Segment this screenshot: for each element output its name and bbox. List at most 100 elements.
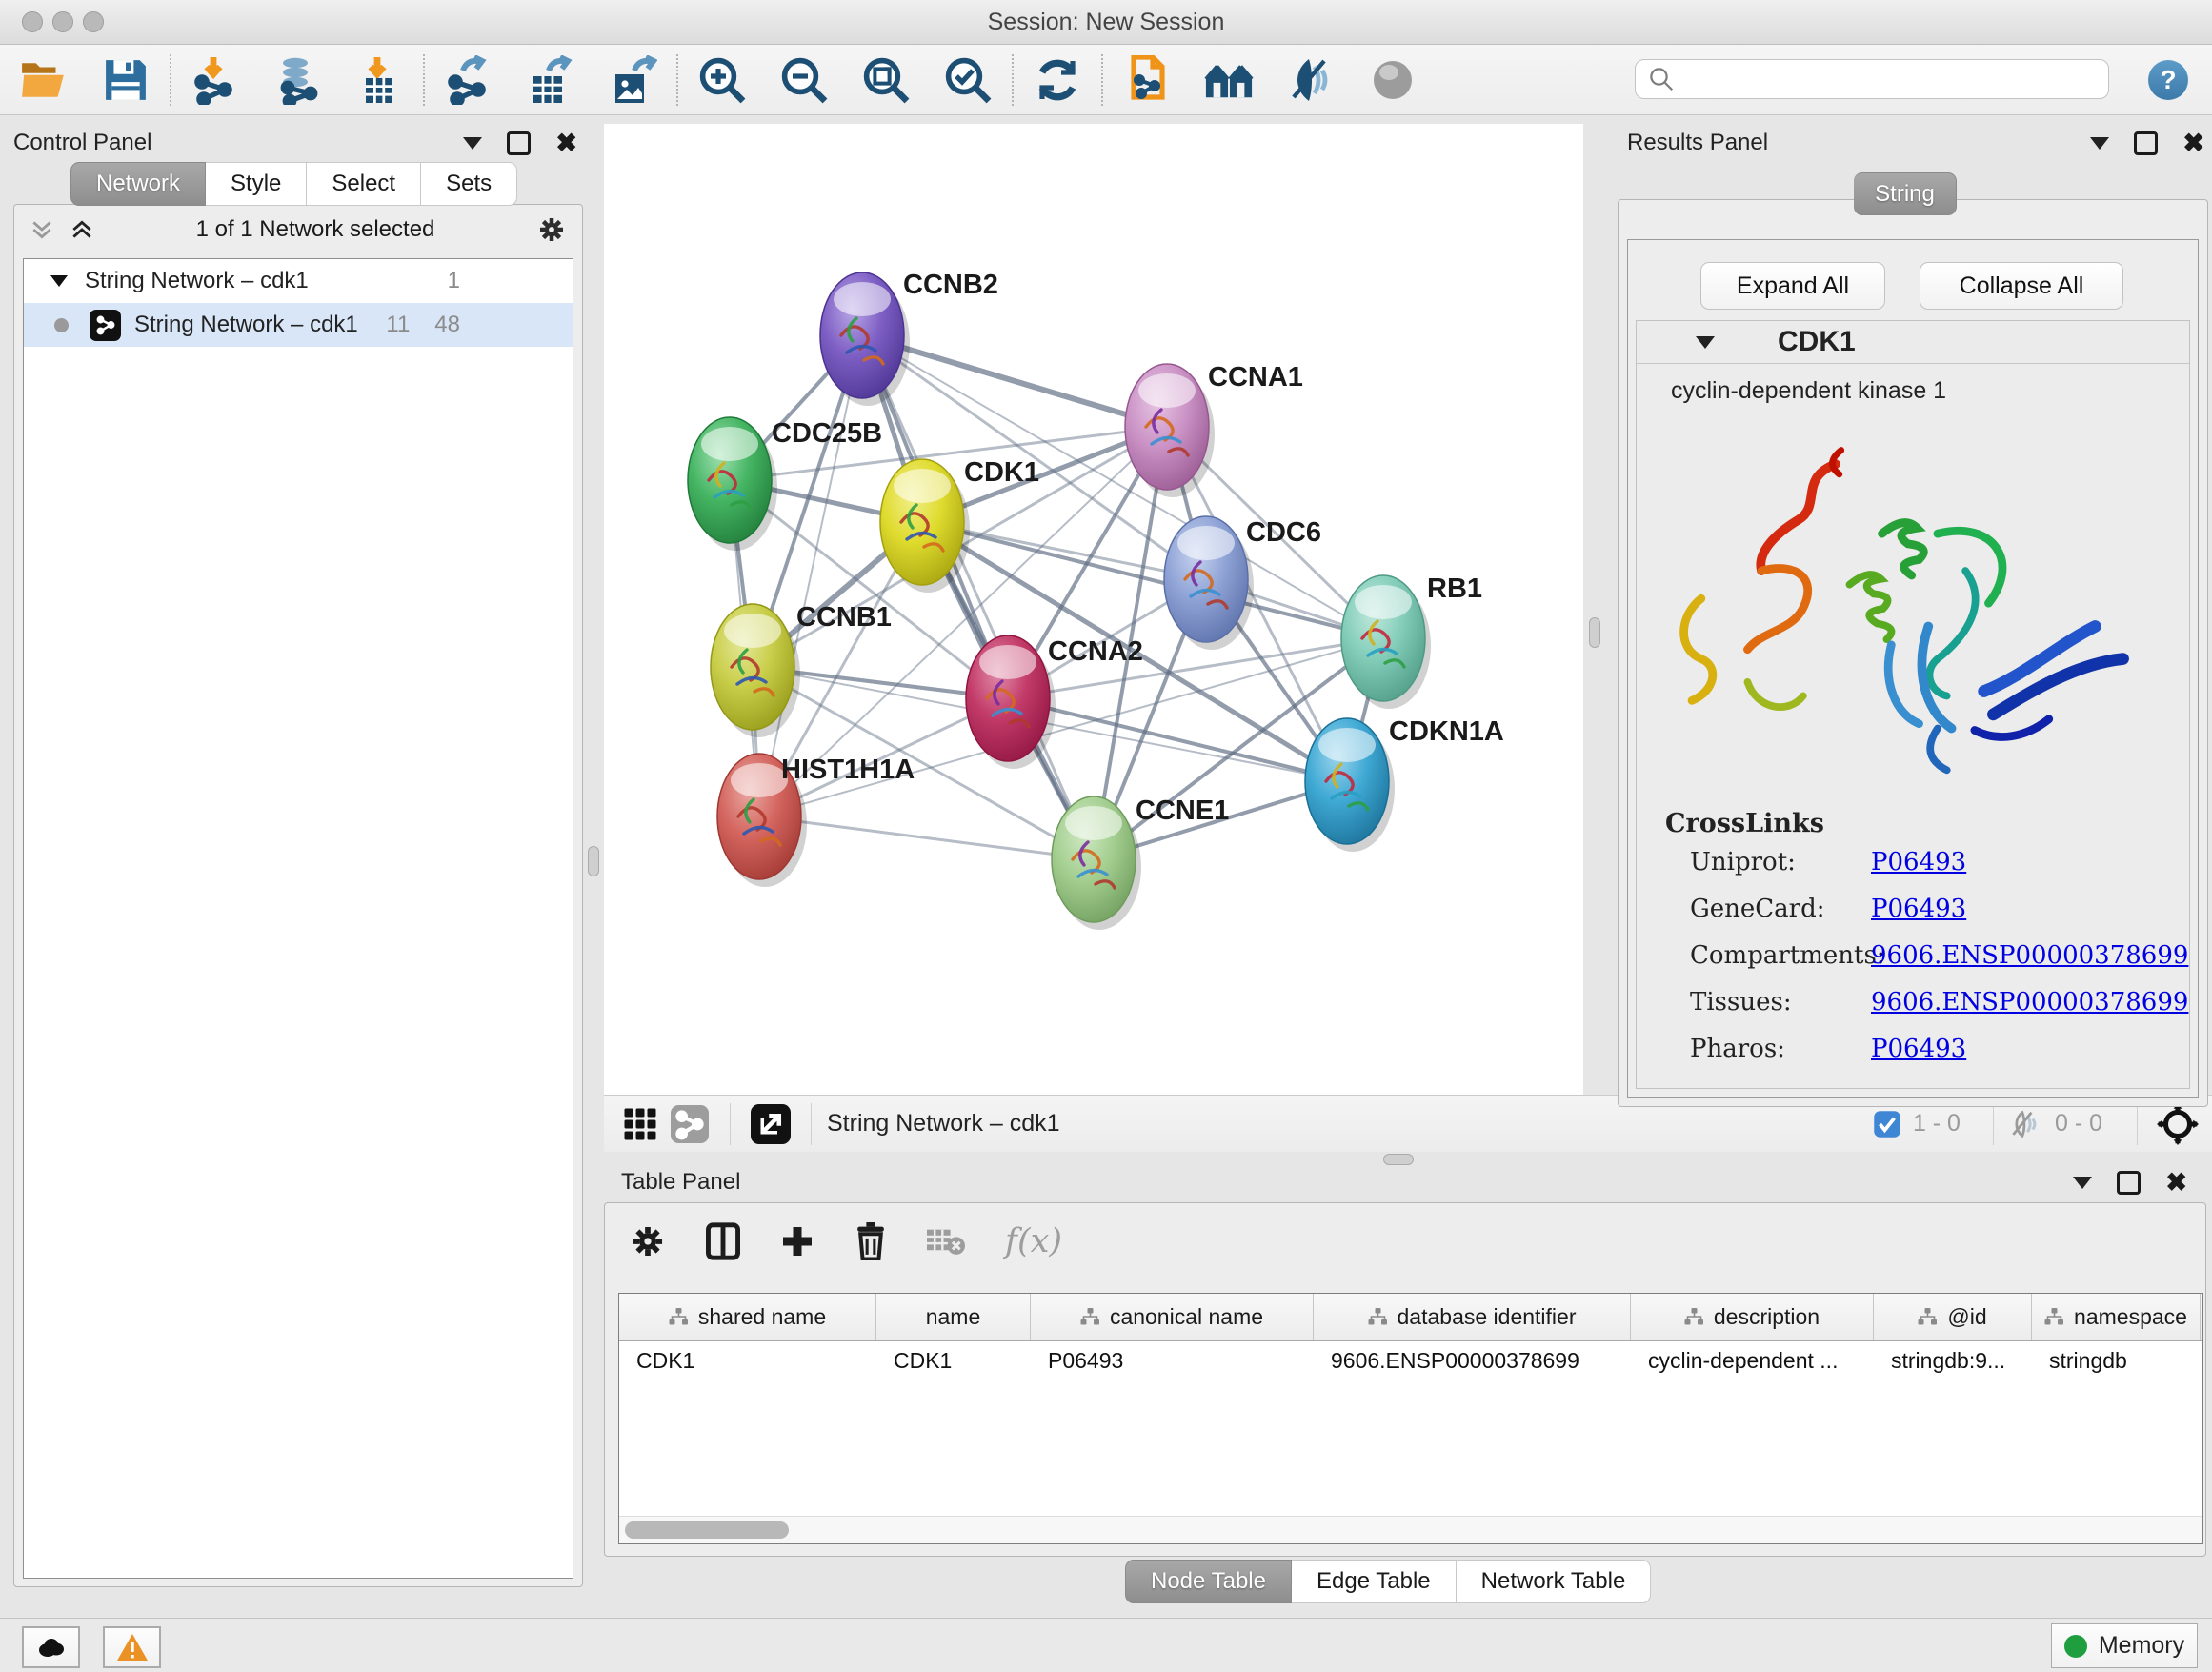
crosslinks-list: Uniprot:P06493GeneCard:P06493Compartment… — [1637, 838, 2189, 1063]
cloud-button[interactable] — [22, 1626, 80, 1668]
delete-column-icon[interactable] — [855, 1222, 887, 1260]
function-builder-icon[interactable]: f(x) — [1005, 1222, 1062, 1260]
results-tab-string[interactable]: String — [1854, 172, 1957, 215]
memory-status-dot — [2064, 1635, 2087, 1658]
network-collection-row[interactable]: String Network – cdk1 1 — [24, 259, 573, 303]
table-cell[interactable]: CDK1 — [619, 1348, 876, 1374]
open-session-icon[interactable] — [19, 55, 69, 105]
show-glass-ball-icon[interactable] — [1368, 55, 1418, 105]
warnings-button[interactable] — [103, 1626, 161, 1668]
string-home-icon[interactable] — [1204, 55, 1254, 105]
tab-select[interactable]: Select — [307, 162, 421, 206]
table-row[interactable]: CDK1CDK1P064939606.ENSP00000378699cyclin… — [619, 1341, 2202, 1380]
export-network-icon[interactable] — [444, 55, 493, 105]
table-cell[interactable]: P06493 — [1031, 1348, 1314, 1374]
protein-disclosure-icon[interactable] — [1696, 336, 1715, 349]
crosslink-link[interactable]: 9606.ENSP00000378699 — [1871, 988, 2188, 1017]
node-RB1[interactable]: RB1 — [1341, 574, 1482, 709]
crosslink-link[interactable]: 9606.ENSP00000378699 — [1871, 941, 2188, 970]
network-row[interactable]: String Network – cdk1 11 48 — [24, 303, 573, 347]
horizontal-scrollbar[interactable] — [619, 1516, 2202, 1543]
open-in-new-window-icon[interactable] — [746, 1099, 795, 1149]
zoom-out-icon[interactable] — [779, 55, 829, 105]
table-cell[interactable]: 9606.ENSP00000378699 — [1314, 1348, 1631, 1374]
node-CCNB2[interactable]: CCNB2 — [820, 270, 998, 406]
zoom-in-icon[interactable] — [697, 55, 747, 105]
help-button[interactable]: ? — [2148, 60, 2188, 100]
close-panel-icon[interactable]: ✖ — [2182, 131, 2204, 156]
zoom-fit-icon[interactable] — [861, 55, 911, 105]
import-network-from-database-icon[interactable] — [272, 55, 322, 105]
tab-style[interactable]: Style — [206, 162, 307, 206]
left-splitter-handle[interactable] — [588, 846, 599, 876]
column-header-shared-name[interactable]: shared name — [619, 1294, 876, 1340]
maximize-panel-icon[interactable] — [507, 131, 531, 155]
network-share-icon[interactable] — [665, 1099, 714, 1149]
tab-sets[interactable]: Sets — [421, 162, 517, 206]
tab-edge-table[interactable]: Edge Table — [1292, 1560, 1457, 1603]
collapse-all-icon[interactable] — [30, 217, 54, 242]
birds-eye-grid-icon[interactable] — [615, 1099, 665, 1149]
crosslink-link[interactable]: P06493 — [1871, 848, 1966, 876]
table-cell[interactable]: stringdb — [2032, 1348, 2201, 1374]
export-table-icon[interactable] — [526, 55, 575, 105]
node-CDC25B[interactable]: CDC25B — [688, 417, 882, 551]
table-cell[interactable]: stringdb:9... — [1874, 1348, 2032, 1374]
memory-button[interactable]: Memory — [2051, 1623, 2198, 1668]
column-header-name[interactable]: name — [876, 1294, 1031, 1340]
network-canvas[interactable]: CCNB2CCNA1CDC25BCDK1CDC6RB1CCNB1CCNA2CDK… — [604, 124, 1583, 1095]
float-panel-icon[interactable] — [2090, 137, 2109, 150]
show-columns-icon[interactable] — [706, 1222, 740, 1260]
protein-card-header[interactable]: CDK1 — [1637, 321, 2189, 364]
search-input[interactable] — [1676, 65, 2108, 93]
network-options-gear-icon[interactable] — [536, 214, 567, 245]
node-HIST1H1A[interactable]: HIST1H1A — [717, 754, 915, 887]
collection-disclosure-icon[interactable] — [50, 275, 68, 287]
import-network-icon[interactable] — [191, 55, 240, 105]
refresh-layout-icon[interactable] — [1033, 55, 1082, 105]
table-cell[interactable]: CDK1 — [876, 1348, 1031, 1374]
expand-all-icon[interactable] — [70, 217, 94, 242]
node-CCNA1[interactable]: CCNA1 — [1125, 362, 1303, 497]
maximize-panel-icon[interactable] — [2117, 1171, 2141, 1195]
string-network-graph[interactable]: CCNB2CCNA1CDC25BCDK1CDC6RB1CCNB1CCNA2CDK… — [604, 124, 1583, 1095]
edge-HIST1H1A-CCNE1[interactable] — [759, 816, 1094, 859]
close-panel-icon[interactable]: ✖ — [555, 131, 577, 156]
node-CDKN1A[interactable]: CDKN1A — [1305, 716, 1504, 852]
collapse-all-button[interactable]: Collapse All — [1920, 262, 2123, 310]
tab-node-table[interactable]: Node Table — [1125, 1560, 1292, 1603]
column-header-@id[interactable]: @id — [1874, 1294, 2032, 1340]
crosslinks-heading: CrossLinks — [1637, 803, 2189, 838]
column-header-namespace[interactable]: namespace — [2032, 1294, 2201, 1340]
column-header-canonical-name[interactable]: canonical name — [1031, 1294, 1314, 1340]
node-label-RB1: RB1 — [1427, 574, 1482, 604]
node-CCNE1[interactable]: CCNE1 — [1052, 796, 1229, 930]
crosslink-link[interactable]: P06493 — [1871, 1035, 1966, 1063]
import-table-icon[interactable] — [354, 55, 404, 105]
table-options-gear-icon[interactable] — [630, 1223, 666, 1259]
column-header-database-identifier[interactable]: database identifier — [1314, 1294, 1631, 1340]
create-column-icon[interactable] — [780, 1224, 814, 1259]
crosslink-link[interactable]: P06493 — [1871, 895, 1966, 923]
zoom-selected-icon[interactable] — [943, 55, 993, 105]
tab-network-table[interactable]: Network Table — [1457, 1560, 1652, 1603]
save-session-icon[interactable] — [101, 55, 151, 105]
table-cell[interactable]: cyclin-dependent ... — [1631, 1348, 1874, 1374]
warning-icon — [116, 1633, 149, 1662]
enhance-labels-icon[interactable] — [1286, 55, 1336, 105]
right-splitter-handle[interactable] — [1589, 617, 1600, 648]
column-header-description[interactable]: description — [1631, 1294, 1874, 1340]
tab-network[interactable]: Network — [70, 162, 206, 206]
float-panel-icon[interactable] — [463, 137, 482, 150]
node-CCNA2[interactable]: CCNA2 — [966, 635, 1143, 769]
scrollbar-thumb[interactable] — [625, 1521, 789, 1539]
toolbar-search-field[interactable] — [1635, 59, 2109, 99]
string-protein-query-icon[interactable] — [1122, 55, 1172, 105]
close-panel-icon[interactable]: ✖ — [2165, 1170, 2187, 1196]
delete-table-icon[interactable] — [927, 1226, 965, 1257]
float-panel-icon[interactable] — [2073, 1177, 2092, 1189]
edge-CCNB2-HIST1H1A[interactable] — [759, 335, 862, 816]
export-image-icon[interactable] — [608, 55, 657, 105]
expand-all-button[interactable]: Expand All — [1700, 262, 1885, 310]
maximize-panel-icon[interactable] — [2134, 131, 2158, 155]
